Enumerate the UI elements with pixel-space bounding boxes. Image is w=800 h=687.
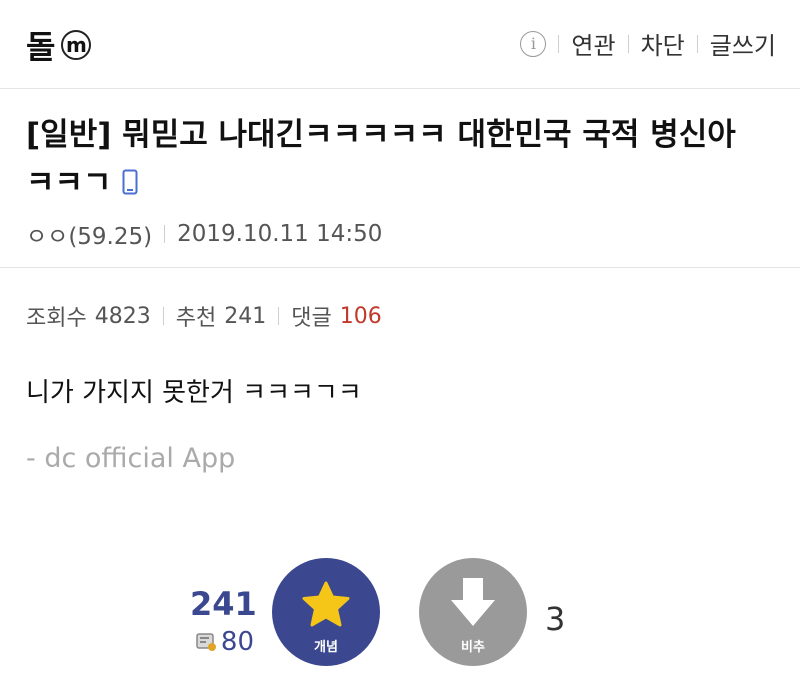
upvote-label: 개념 — [314, 639, 338, 654]
fixed-upvote-count: 80 — [190, 627, 254, 657]
recommend-count: 241 — [224, 303, 267, 329]
fixed-count-value: 80 — [220, 627, 254, 657]
post-stats: 조회수 4823 추천 241 댓글 106 — [26, 300, 382, 332]
comments-label[interactable]: 댓글 — [291, 300, 331, 332]
views-label: 조회수 — [26, 306, 87, 331]
recommend-label: 추천 — [175, 306, 217, 331]
fixed-user-icon — [196, 633, 216, 651]
mobile-phone-icon — [122, 161, 138, 209]
divider — [558, 34, 560, 53]
header-actions: i 연관 차단 글쓰기 — [520, 26, 776, 61]
top-header: 돌 m i 연관 차단 글쓰기 — [0, 0, 800, 89]
post-meta: ㅇㅇ(59.25) 2019.10.11 14:50 — [26, 217, 382, 251]
author-name[interactable]: ㅇㅇ(59.25) — [26, 217, 152, 251]
post-body: 니가 가지지 못한거 ㅋㅋㅋㄱㅋ — [26, 378, 362, 408]
gallery-name: 돌 — [26, 28, 56, 66]
post-header: [일반] 뭐믿고 나대긴ㅋㅋㅋㅋㅋ 대한민국 국적 병신아 ㅋㅋㄱ ㅇㅇ(59.… — [0, 89, 800, 268]
write-link[interactable]: 글쓰기 — [710, 26, 776, 61]
gallery-title[interactable]: 돌 m — [26, 22, 92, 68]
vote-area: 241 80 개념 비추 3 — [0, 555, 800, 687]
star-icon — [302, 581, 350, 627]
divider — [162, 307, 164, 325]
minor-gallery-badge-icon: m — [61, 30, 92, 60]
arrow-down-icon — [451, 578, 495, 626]
downvote-button[interactable]: 비추 — [419, 558, 527, 666]
views-count: 4823 — [94, 303, 151, 329]
downvote-label: 비추 — [461, 639, 485, 654]
divider — [627, 34, 629, 53]
app-signature: - dc official App — [26, 443, 236, 474]
upvote-count: 241 — [190, 585, 257, 623]
divider — [164, 225, 166, 243]
comments-count[interactable]: 106 — [340, 304, 382, 329]
post-datetime: 2019.10.11 14:50 — [177, 221, 383, 247]
info-icon[interactable]: i — [520, 30, 547, 57]
upvote-button[interactable]: 개념 — [272, 558, 380, 666]
downvote-count: 3 — [545, 600, 566, 638]
post-title: [일반] 뭐믿고 나대긴ㅋㅋㅋㅋㅋ 대한민국 국적 병신아 ㅋㅋㄱ — [26, 111, 776, 209]
related-link[interactable]: 연관 — [571, 26, 615, 61]
block-link[interactable]: 차단 — [641, 26, 685, 61]
divider — [696, 34, 698, 53]
divider — [278, 307, 280, 325]
